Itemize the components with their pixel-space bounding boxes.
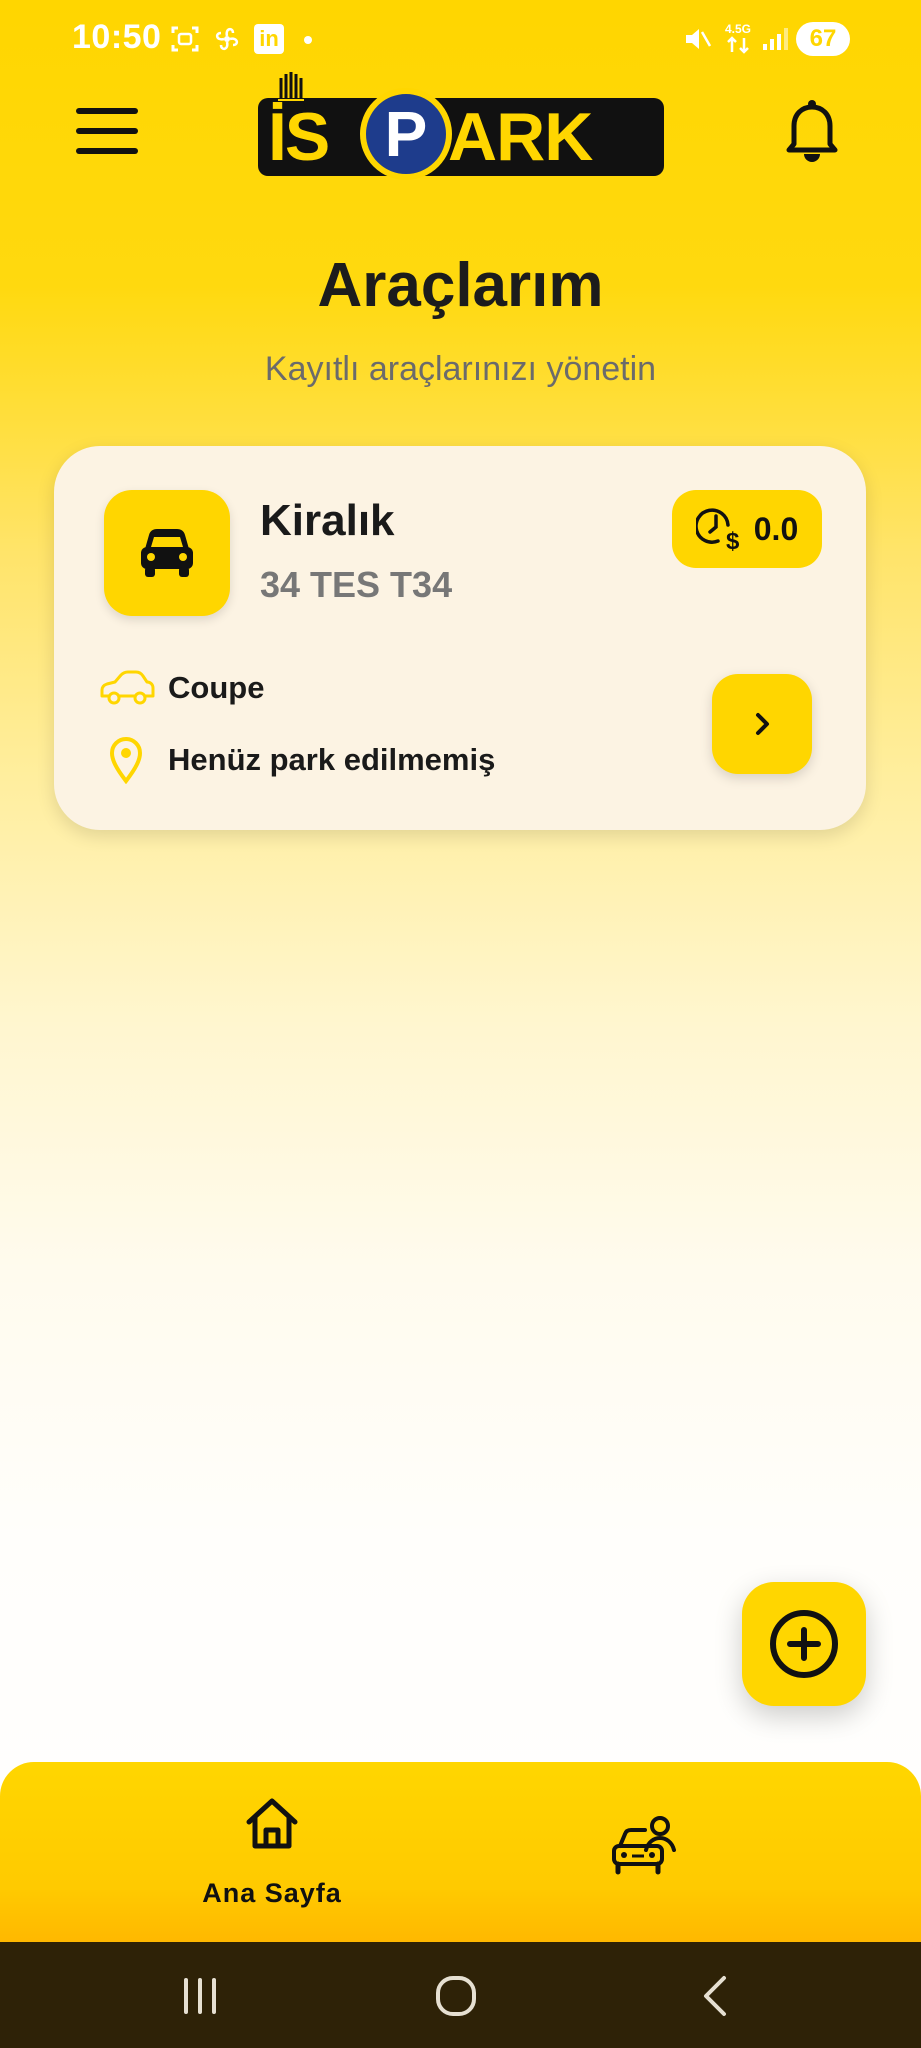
page-subtitle: Kayıtlı araçlarınızı yönetin — [264, 350, 657, 388]
vehicle-location: Henüz park edilmemiş — [168, 742, 496, 777]
balance-value: 0.0 — [753, 510, 799, 547]
vehicle-type: Coupe — [168, 670, 265, 705]
network-label: 4.5G — [724, 22, 751, 36]
ispark-logo: İS P ARK — [258, 72, 664, 182]
svg-text:$: $ — [726, 528, 740, 553]
car-user-icon[interactable] — [610, 1812, 682, 1876]
network-icon: 4.5G — [720, 22, 756, 56]
menu-icon[interactable] — [76, 108, 138, 156]
chevron-right-icon — [756, 713, 769, 735]
logo-text-left: İS — [268, 99, 330, 175]
vehicle-plate: 34 TES T34 — [260, 564, 453, 605]
logo-text-right: ARK — [448, 99, 593, 175]
location-pin-icon — [109, 737, 143, 784]
bottom-nav — [0, 1762, 921, 1942]
back-icon[interactable] — [686, 1970, 746, 2022]
vehicle-detail-button[interactable] — [712, 674, 812, 774]
page-title: Araçlarım — [317, 251, 604, 320]
home-circle-icon[interactable] — [426, 1970, 486, 2022]
bell-icon[interactable] — [784, 98, 840, 164]
linkedin-icon: in — [254, 24, 284, 54]
signal-icon — [763, 28, 788, 50]
dot-icon — [304, 36, 312, 44]
car-icon — [141, 529, 193, 577]
home-icon — [246, 1798, 298, 1849]
vehicle-name: Kiralık — [260, 496, 395, 545]
vehicle-avatar — [104, 490, 230, 616]
clock-dollar-icon: $ — [695, 508, 740, 553]
status-time: 10:50 — [72, 18, 162, 56]
screenshot-icon — [171, 26, 199, 52]
add-circle-icon — [770, 1610, 838, 1678]
car-outline-icon — [100, 670, 155, 705]
recents-icon[interactable] — [170, 1970, 230, 2022]
logo-p-circle: P — [360, 88, 452, 180]
battery-level: 67 — [809, 25, 837, 52]
mute-icon — [686, 29, 712, 49]
add-vehicle-button[interactable] — [742, 1582, 866, 1706]
nav-home-label: Ana Sayfa — [202, 1878, 342, 1908]
fan-icon — [215, 27, 239, 51]
balance-badge[interactable]: $ 0.0 — [672, 490, 822, 568]
battery-icon: 67 — [796, 22, 850, 56]
